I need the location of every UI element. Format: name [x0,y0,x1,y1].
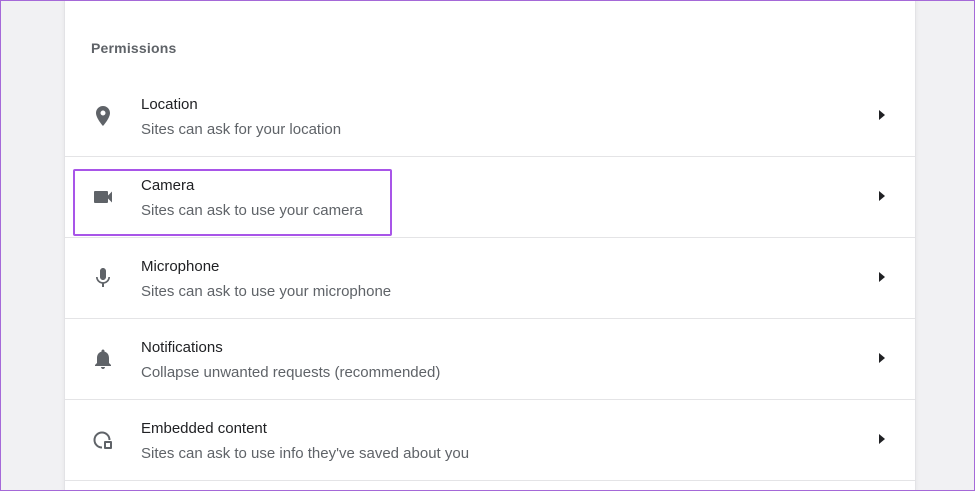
chevron-right-icon [879,434,885,444]
permission-title: Location [141,96,198,113]
permission-row-location[interactable]: Location Sites can ask for your location [65,76,915,157]
permissions-list: Location Sites can ask for your location… [65,76,915,481]
permission-subtitle: Sites can ask for your location [141,121,342,138]
permission-subtitle: Sites can ask to use info they've saved … [141,445,470,462]
location-pin-icon [91,104,115,128]
permission-row-camera[interactable]: Camera Sites can ask to use your camera [65,157,915,238]
bell-icon [91,347,115,371]
microphone-icon [91,266,115,290]
permission-title: Camera [141,177,195,194]
permission-subtitle: Sites can ask to use your microphone [141,283,392,300]
permission-subtitle: Sites can ask to use your camera [141,202,363,219]
chevron-right-icon [879,272,885,282]
chevron-right-icon [879,353,885,363]
permission-row-microphone[interactable]: Microphone Sites can ask to use your mic… [65,238,915,319]
permission-subtitle: Collapse unwanted requests (recommended) [141,364,441,381]
permission-row-notifications[interactable]: Notifications Collapse unwanted requests… [65,319,915,400]
settings-panel: Permissions Location Sites can ask for y… [64,0,916,491]
permission-title: Microphone [141,258,220,275]
section-title: Permissions [91,40,177,56]
camera-icon [91,185,115,209]
permission-title: Embedded content [141,420,267,437]
chevron-right-icon [879,110,885,120]
permission-row-embedded-content[interactable]: Embedded content Sites can ask to use in… [65,400,915,481]
embedded-content-icon [91,428,115,452]
chevron-right-icon [879,191,885,201]
permission-title: Notifications [141,339,223,356]
